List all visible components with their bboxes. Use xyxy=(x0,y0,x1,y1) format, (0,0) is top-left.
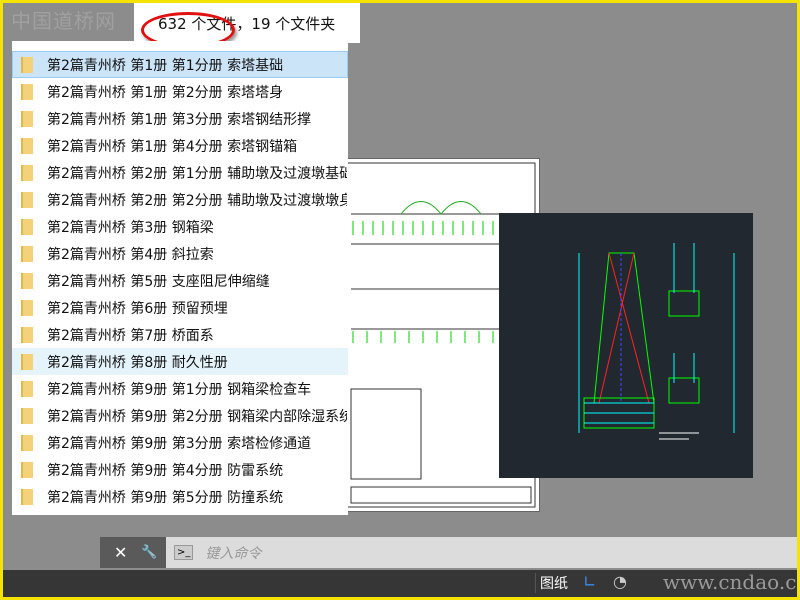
folder-name: 第2篇青州桥 第9册 第5分册 防撞系统 xyxy=(47,489,284,506)
folder-icon xyxy=(21,407,33,424)
folder-item[interactable]: 第2篇青州桥 第2册 第2分册 辅助墩及过渡墩墩身 xyxy=(12,186,348,213)
wrench-icon[interactable]: 🔧 xyxy=(141,545,157,560)
folder-name: 第2篇青州桥 第8册 耐久性册 xyxy=(47,354,228,371)
folder-list: 第2篇青州桥 第1册 第1分册 索塔基础 第2篇青州桥 第1册 第2分册 索塔塔身… xyxy=(12,41,348,515)
prompt-icon[interactable]: >_ xyxy=(174,545,194,560)
folder-item[interactable]: 第2篇青州桥 第6册 预留预埋 xyxy=(12,294,348,321)
folder-name: 第2篇青州桥 第5册 支座阻尼伸缩缝 xyxy=(47,273,270,290)
folder-item[interactable]: 第2篇青州桥 第9册 第3分册 索塔检修通道 xyxy=(12,429,348,456)
watermark: 中国道桥网 xyxy=(11,9,116,33)
folder-item[interactable]: 第2篇青州桥 第9册 第1分册 钢箱梁检查车 xyxy=(12,375,348,402)
watermark-url: www.cndao.com xyxy=(663,570,797,594)
folder-icon xyxy=(21,326,33,343)
folder-icon xyxy=(21,434,33,451)
folder-name: 第2篇青州桥 第1册 第2分册 索塔塔身 xyxy=(47,84,284,101)
paper-space-button[interactable]: 图纸 xyxy=(535,573,568,593)
folder-item[interactable]: 第2篇青州桥 第2册 第1分册 辅助墩及过渡墩基础 xyxy=(12,159,348,186)
status-bar: 图纸 ∟ ◔ www.cndao.com xyxy=(3,570,797,597)
folder-item[interactable]: 第2篇青州桥 第9册 第4分册 防雷系统 xyxy=(12,456,348,483)
folder-icon xyxy=(21,137,33,154)
folder-name: 第2篇青州桥 第4册 斜拉索 xyxy=(47,246,214,263)
folder-icon xyxy=(21,461,33,478)
close-icon[interactable]: ✕ xyxy=(114,543,127,562)
folder-name: 第2篇青州桥 第6册 预留预埋 xyxy=(47,300,228,317)
folder-item[interactable]: 第2篇青州桥 第5册 支座阻尼伸缩缝 xyxy=(12,267,348,294)
ortho-icon[interactable]: ∟ xyxy=(583,572,596,591)
folder-icon xyxy=(21,191,33,208)
folder-item[interactable]: 第2篇青州桥 第9册 第5分册 防撞系统 xyxy=(12,483,348,510)
folder-item[interactable]: 第2篇青州桥 第8册 耐久性册 xyxy=(12,348,348,375)
polar-icon[interactable]: ◔ xyxy=(613,572,627,591)
command-placeholder: 键入命令 xyxy=(205,545,262,562)
folder-icon xyxy=(21,110,33,127)
folder-name: 第2篇青州桥 第2册 第1分册 辅助墩及过渡墩基础 xyxy=(47,165,348,182)
folder-item[interactable]: 第2篇青州桥 第7册 桥面系 xyxy=(12,321,348,348)
drawing-preview xyxy=(499,213,753,478)
folder-item[interactable]: 第2篇青州桥 第9册 第2分册 钢箱梁内部除湿系统 xyxy=(12,402,348,429)
folder-name: 第2篇青州桥 第9册 第4分册 防雷系统 xyxy=(47,462,284,479)
folder-item[interactable]: 第2篇青州桥 第4册 斜拉索 xyxy=(12,240,348,267)
folder-icon xyxy=(21,56,33,73)
folder-item[interactable]: 第2篇青州桥 第1册 第2分册 索塔塔身 xyxy=(12,78,348,105)
command-input[interactable]: >_ 键入命令 xyxy=(166,537,797,568)
folder-item[interactable]: 第2篇青州桥 第3册 钢箱梁 xyxy=(12,213,348,240)
folder-name: 第2篇青州桥 第1册 第1分册 索塔基础 xyxy=(47,57,284,74)
folder-icon xyxy=(21,299,33,316)
folder-item[interactable]: 第2篇青州桥 第1册 第3分册 索塔钢结形撑 xyxy=(12,105,348,132)
folder-name: 第2篇青州桥 第9册 第1分册 钢箱梁检查车 xyxy=(47,381,312,398)
folder-name: 第2篇青州桥 第3册 钢箱梁 xyxy=(47,219,214,236)
folder-name: 第2篇青州桥 第2册 第2分册 辅助墩及过渡墩墩身 xyxy=(47,192,348,209)
folder-icon xyxy=(21,272,33,289)
folder-icon xyxy=(21,164,33,181)
folder-icon xyxy=(21,353,33,370)
folder-name: 第2篇青州桥 第7册 桥面系 xyxy=(47,327,214,344)
folder-icon xyxy=(21,488,33,505)
folder-name: 第2篇青州桥 第1册 第3分册 索塔钢结形撑 xyxy=(47,111,312,128)
folder-item[interactable]: 第2篇青州桥 第1册 第1分册 索塔基础 xyxy=(12,51,348,78)
folder-icon xyxy=(21,218,33,235)
folder-icon xyxy=(21,245,33,262)
folder-icon xyxy=(21,83,33,100)
window: 中国道桥网 632 个文件，19 个文件夹 第2篇青州桥 第1册 第1分册 索塔… xyxy=(0,0,800,600)
command-bar: ✕ 🔧 >_ 键入命令 xyxy=(100,537,797,568)
folder-icon xyxy=(21,380,33,397)
folder-name: 第2篇青州桥 第9册 第2分册 钢箱梁内部除湿系统 xyxy=(47,408,348,425)
folder-name: 第2篇青州桥 第1册 第4分册 索塔钢锚箱 xyxy=(47,138,298,155)
folder-item[interactable]: 第2篇青州桥 第1册 第4分册 索塔钢锚箱 xyxy=(12,132,348,159)
folder-name: 第2篇青州桥 第9册 第3分册 索塔检修通道 xyxy=(47,435,312,452)
